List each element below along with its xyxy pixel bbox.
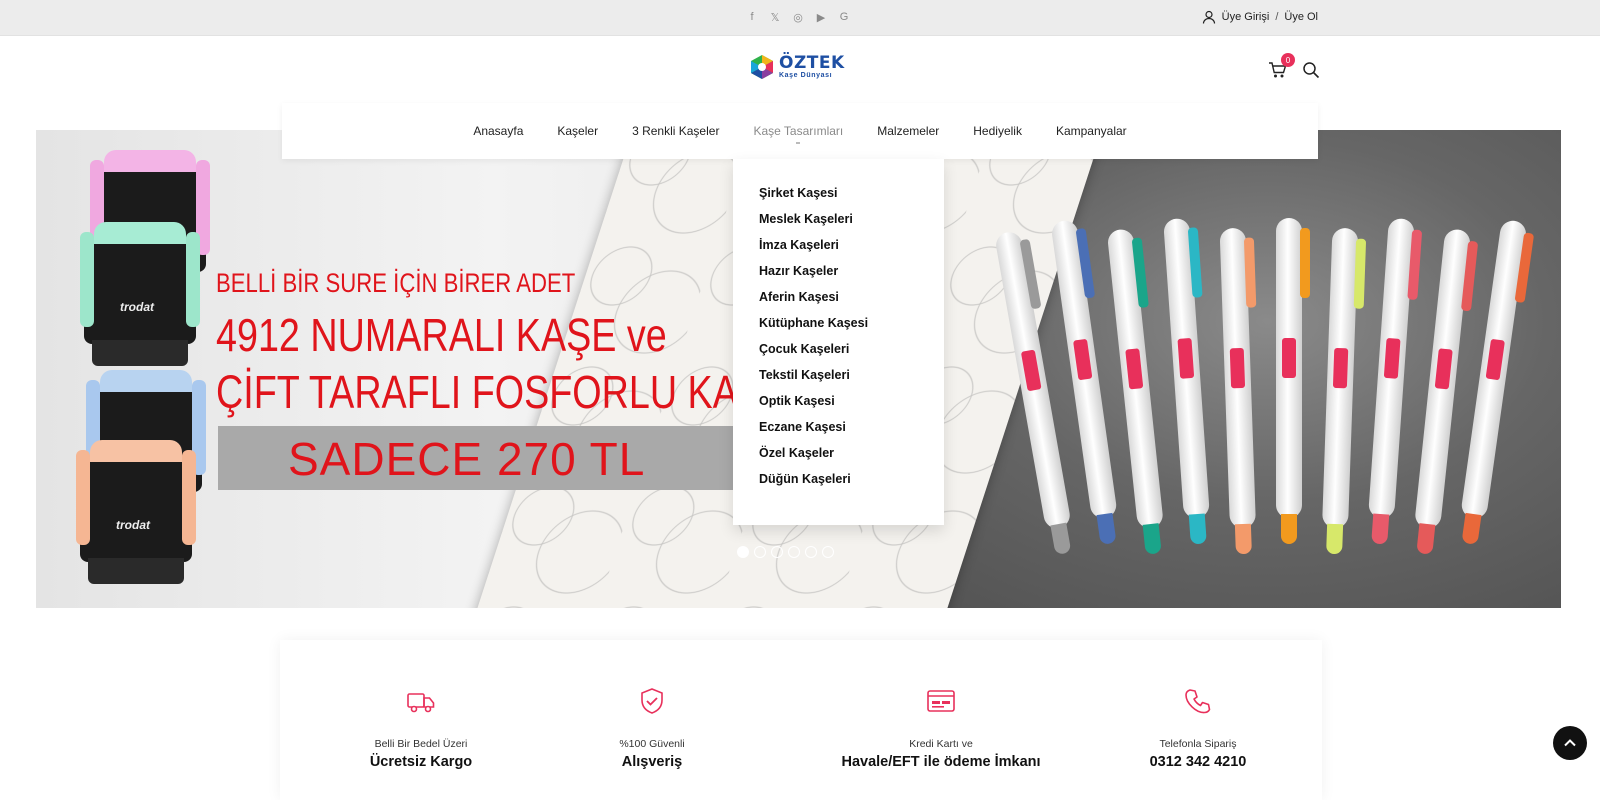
promo-line-1: BELLİ BİR SURE İÇİN BİRER ADET (216, 268, 576, 298)
slider-dot[interactable] (754, 546, 766, 558)
highlighter-pen (1106, 228, 1164, 555)
logo-text: ÖZTEK Kaşe Dünyası (779, 53, 845, 80)
dropdown-item-sirket-kasesi[interactable]: Şirket Kaşesi (733, 184, 944, 210)
instagram-icon[interactable]: ◎ (792, 11, 804, 24)
dropdown-item-meslek-kaseleri[interactable]: Meslek Kaşeleri (733, 210, 944, 236)
search-icon (1303, 62, 1320, 79)
feature-small-text: %100 Güvenli (619, 738, 685, 750)
highlighter-pens-image (994, 217, 1535, 555)
stamp-product-peach: trodat (76, 440, 196, 590)
youtube-icon[interactable]: ▶ (815, 11, 827, 24)
stamp-brand-label: trodat (120, 300, 154, 314)
feature-big-text: 0312 342 4210 (1149, 754, 1247, 770)
facebook-icon[interactable]: f (746, 11, 758, 23)
highlighter-pen (1322, 227, 1367, 555)
x-icon[interactable]: 𝕏 (769, 11, 781, 24)
slider-dots (737, 546, 834, 558)
back-to-top-button[interactable] (1553, 726, 1587, 760)
dropdown-item-eczane-kasesi[interactable]: Eczane Kaşesi (733, 418, 944, 444)
dropdown-item-hazir-kaseler[interactable]: Hazır Kaşeler (733, 262, 944, 288)
nav-item-kaseler[interactable]: Kaşeler (557, 124, 598, 138)
nav-item-anasayfa[interactable]: Anasayfa (473, 124, 523, 138)
dropdown-item-ozel-kaseler[interactable]: Özel Kaşeler (733, 444, 944, 470)
credit-card-icon (927, 690, 955, 712)
dropdown-item-tekstil-kaseleri[interactable]: Tekstil Kaşeleri (733, 366, 944, 392)
highlighter-pen (1219, 227, 1257, 555)
dropdown-item-optik-kasesi[interactable]: Optik Kaşesi (733, 392, 944, 418)
feature-big-text: Havale/EFT ile ödeme İmkanı (841, 754, 1041, 770)
nav-item-hediyelik[interactable]: Hediyelik (973, 124, 1022, 138)
nav-item-kampanyalar[interactable]: Kampanyalar (1056, 124, 1127, 138)
logo-mark-icon (749, 54, 775, 80)
highlighter-pen (1163, 217, 1210, 545)
cart-count-badge: 0 (1281, 53, 1295, 67)
top-bar: f 𝕏 ◎ ▶ G Üye Girişi / Üye Ol (0, 0, 1600, 36)
features-strip: Belli Bir Bedel Üzeri Ücretsiz Kargo %10… (280, 640, 1322, 800)
feature-small-text: Kredi Kartı ve (909, 738, 973, 750)
dropdown-item-imza-kaseleri[interactable]: İmza Kaşeleri (733, 236, 944, 262)
highlighter-pen (1368, 217, 1423, 545)
nav-item-malzemeler[interactable]: Malzemeler (877, 124, 939, 138)
account-separator: / (1275, 11, 1279, 23)
account-links: Üye Girişi / Üye Ol (1202, 10, 1318, 24)
logo-subtitle: Kaşe Dünyası (779, 72, 833, 79)
google-icon[interactable]: G (838, 11, 850, 23)
shield-check-icon (641, 688, 663, 714)
slider-dot[interactable] (822, 546, 834, 558)
feature-small-text: Telefonla Sipariş (1159, 738, 1237, 750)
dropdown-item-dugun-kaseleri[interactable]: Düğün Kaşeleri (733, 470, 944, 496)
user-icon[interactable] (1202, 10, 1216, 24)
social-links: f 𝕏 ◎ ▶ G (746, 11, 850, 24)
kase-tasarimlari-dropdown: Şirket Kaşesi Meslek Kaşeleri İmza Kaşel… (733, 159, 944, 525)
site-header: ÖZTEK Kaşe Dünyası 0 (0, 36, 1600, 104)
feature-big-text: Ücretsiz Kargo (369, 754, 473, 770)
search-button[interactable] (1302, 61, 1320, 79)
slider-dot[interactable] (788, 546, 800, 558)
dropdown-item-kutuphane-kasesi[interactable]: Kütüphane Kaşesi (733, 314, 944, 340)
register-link[interactable]: Üye Ol (1284, 11, 1318, 23)
promo-line-3: ÇİFT TARAFLI FOSFORLU KALEM (216, 366, 816, 418)
stamp-product-mint: trodat (80, 222, 200, 372)
promo-line-2: 4912 NUMARALI KAŞE ve (216, 309, 667, 361)
stamp-brand-label: trodat (116, 518, 150, 532)
nav-item-3-renkli-kaseler[interactable]: 3 Renkli Kaşeler (632, 124, 719, 138)
slider-dot[interactable] (737, 546, 749, 558)
slider-dot[interactable] (805, 546, 817, 558)
truck-icon (407, 693, 435, 713)
dropdown-item-cocuk-kaseleri[interactable]: Çocuk Kaşeleri (733, 340, 944, 366)
chevron-up-icon (1564, 739, 1576, 747)
highlighter-pen (1414, 228, 1479, 555)
highlighter-pen (1276, 218, 1310, 544)
cart-button[interactable]: 0 (1268, 53, 1295, 80)
feature-small-text: Belli Bir Bedel Üzeri (374, 738, 468, 750)
logo-title: ÖZTEK (779, 53, 845, 73)
nav-item-kase-tasarimlari[interactable]: Kaşe Tasarımları (753, 124, 843, 138)
dropdown-item-aferin-kasesi[interactable]: Aferin Kaşesi (733, 288, 944, 314)
phone-icon (1185, 689, 1211, 714)
promo-price: SADECE 270 TL (288, 433, 646, 485)
feature-big-text: Alışveriş (621, 754, 683, 770)
main-navigation: Anasayfa Kaşeler 3 Renkli Kaşeler Kaşe T… (282, 103, 1318, 159)
slider-dot[interactable] (771, 546, 783, 558)
promo-price-box: SADECE 270 TL (218, 426, 738, 490)
site-logo[interactable]: ÖZTEK Kaşe Dünyası (749, 54, 845, 80)
login-link[interactable]: Üye Girişi (1222, 11, 1270, 23)
